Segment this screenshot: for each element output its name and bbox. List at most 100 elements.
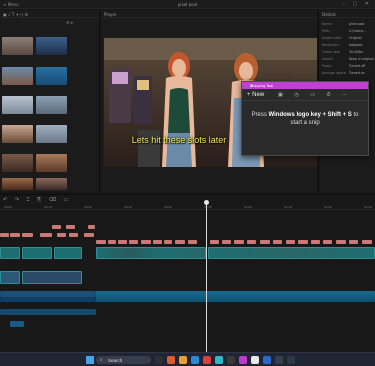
video-clip[interactable] (22, 271, 82, 284)
media-thumbnail[interactable] (36, 178, 67, 190)
playhead-handle[interactable] (204, 200, 209, 205)
text-clip[interactable] (298, 240, 308, 244)
audio-clip[interactable] (96, 291, 375, 302)
video-editor-window: ≡ Menu pixel pool – ▢ ✕ ▣ ♪ T ✦ ◇ ⚙ ☰ ▾ … (0, 0, 375, 366)
text-clip[interactable] (336, 240, 346, 244)
snip-mode-icons[interactable]: ▣ ◷ ▭ ⏱ ⋯ (278, 92, 352, 98)
text-clip[interactable] (175, 240, 185, 244)
details-key: Arrange layers: (322, 71, 347, 75)
details-value: Original (349, 36, 362, 40)
text-clip[interactable] (108, 240, 116, 244)
app-icon[interactable] (275, 356, 283, 364)
video-clip[interactable] (0, 247, 20, 259)
app-icon[interactable] (287, 356, 295, 364)
media-tabs[interactable]: ▣ ♪ T ✦ ◇ ⚙ (3, 12, 28, 17)
snipping-tool-icon[interactable] (239, 356, 247, 364)
video-clip[interactable] (96, 247, 206, 259)
media-thumbnail[interactable] (36, 67, 67, 85)
text-clip[interactable] (40, 233, 52, 237)
ruler-label: 00:10 (44, 205, 53, 209)
media-thumbnail[interactable] (36, 96, 67, 114)
audio-clip[interactable] (10, 321, 24, 327)
text-clip[interactable] (247, 240, 256, 244)
text-clip[interactable] (96, 240, 106, 244)
new-snip-button[interactable]: + New (247, 92, 264, 98)
text-clip[interactable] (69, 233, 78, 237)
video-clip[interactable] (0, 271, 20, 284)
media-thumbnail[interactable] (36, 154, 67, 172)
text-clip[interactable] (210, 240, 219, 244)
ruler-label: 01:10 (284, 205, 293, 209)
app-icon[interactable] (167, 356, 175, 364)
text-clip[interactable] (164, 240, 172, 244)
start-button[interactable] (86, 356, 94, 364)
timeline-toolbar[interactable]: ↶ ↷ ⌶ ⎘ ⌫ ▭ (3, 197, 71, 203)
text-clip[interactable] (311, 240, 320, 244)
video-clip[interactable] (54, 247, 82, 259)
media-thumbnail[interactable] (2, 125, 33, 143)
app-icon[interactable] (227, 356, 235, 364)
video-clip[interactable] (22, 247, 52, 259)
media-thumbnail[interactable] (36, 37, 67, 55)
app-icon[interactable] (215, 356, 223, 364)
timeline-playhead[interactable] (206, 202, 207, 352)
details-row: Name: pixel pool (322, 22, 373, 28)
media-thumbnail[interactable] (2, 67, 33, 85)
text-clip[interactable] (129, 240, 138, 244)
media-thumbnail[interactable] (36, 125, 67, 143)
ruler-label: 00:30 (124, 205, 133, 209)
media-thumbnail[interactable] (2, 96, 33, 114)
text-clip[interactable] (362, 240, 372, 244)
snip-shortcut-keys: Windows logo key + Shift + S (268, 112, 352, 118)
snipping-tool-window: Snipping Tool ✕ + New ▣ ◷ ▭ ⏱ ⋯ Press Wi… (241, 81, 369, 156)
details-row: Proxy: Turned off (322, 64, 373, 70)
app-icon[interactable] (203, 356, 211, 364)
text-clip[interactable] (349, 240, 358, 244)
taskbar-search[interactable]: ⌕ Search (96, 356, 151, 364)
details-row: Arrange layers: Turned on (322, 71, 373, 77)
media-thumbnail[interactable] (2, 154, 33, 172)
text-clip[interactable] (88, 225, 95, 229)
text-clip[interactable] (52, 225, 61, 229)
task-view-icon[interactable] (155, 356, 163, 364)
text-clip[interactable] (234, 240, 244, 244)
file-explorer-icon[interactable] (179, 356, 187, 364)
text-clip[interactable] (222, 240, 231, 244)
details-value: Turned on (349, 71, 365, 75)
text-clip[interactable] (66, 225, 75, 229)
text-clip[interactable] (188, 240, 197, 244)
app-icon[interactable] (263, 356, 271, 364)
media-thumbnail[interactable] (2, 37, 33, 55)
media-view-icons[interactable]: ☰ ▾ (66, 20, 73, 25)
text-clip[interactable] (22, 233, 33, 237)
video-clip[interactable] (208, 247, 375, 259)
edge-icon[interactable] (191, 356, 199, 364)
details-value: 30.00fps (349, 50, 363, 54)
text-clip[interactable] (0, 233, 9, 237)
text-clip[interactable] (57, 233, 66, 237)
text-clip[interactable] (260, 240, 270, 244)
ruler-label: 00:20 (84, 205, 93, 209)
details-value: Adapted (349, 43, 363, 47)
media-thumbnail[interactable] (2, 178, 33, 190)
text-clip[interactable] (141, 240, 151, 244)
text-clip[interactable] (10, 233, 20, 237)
text-clip[interactable] (273, 240, 282, 244)
player-header: Player (101, 10, 317, 18)
snip-instruction-pre: Press (251, 112, 269, 118)
audio-clip[interactable] (0, 297, 96, 302)
ruler-label: 00:40 (164, 205, 173, 209)
snipping-tool-titlebar[interactable]: Snipping Tool ✕ (242, 82, 368, 89)
audio-clip[interactable] (0, 309, 96, 315)
text-clip[interactable] (286, 240, 295, 244)
timeline-ruler[interactable]: 00:00 00:10 00:20 00:30 00:40 00:50 01:00 01:10… (0, 204, 375, 210)
text-clip[interactable] (153, 240, 162, 244)
text-clip[interactable] (323, 240, 332, 244)
details-row: Aspect ratio: Original (322, 36, 373, 42)
text-clip[interactable] (84, 233, 94, 237)
text-clip[interactable] (118, 240, 127, 244)
details-key: Aspect ratio: (322, 36, 343, 40)
window-controls[interactable]: – ▢ ✕ (342, 1, 372, 7)
app-icon[interactable] (251, 356, 259, 364)
close-icon[interactable]: ✕ (250, 83, 365, 88)
